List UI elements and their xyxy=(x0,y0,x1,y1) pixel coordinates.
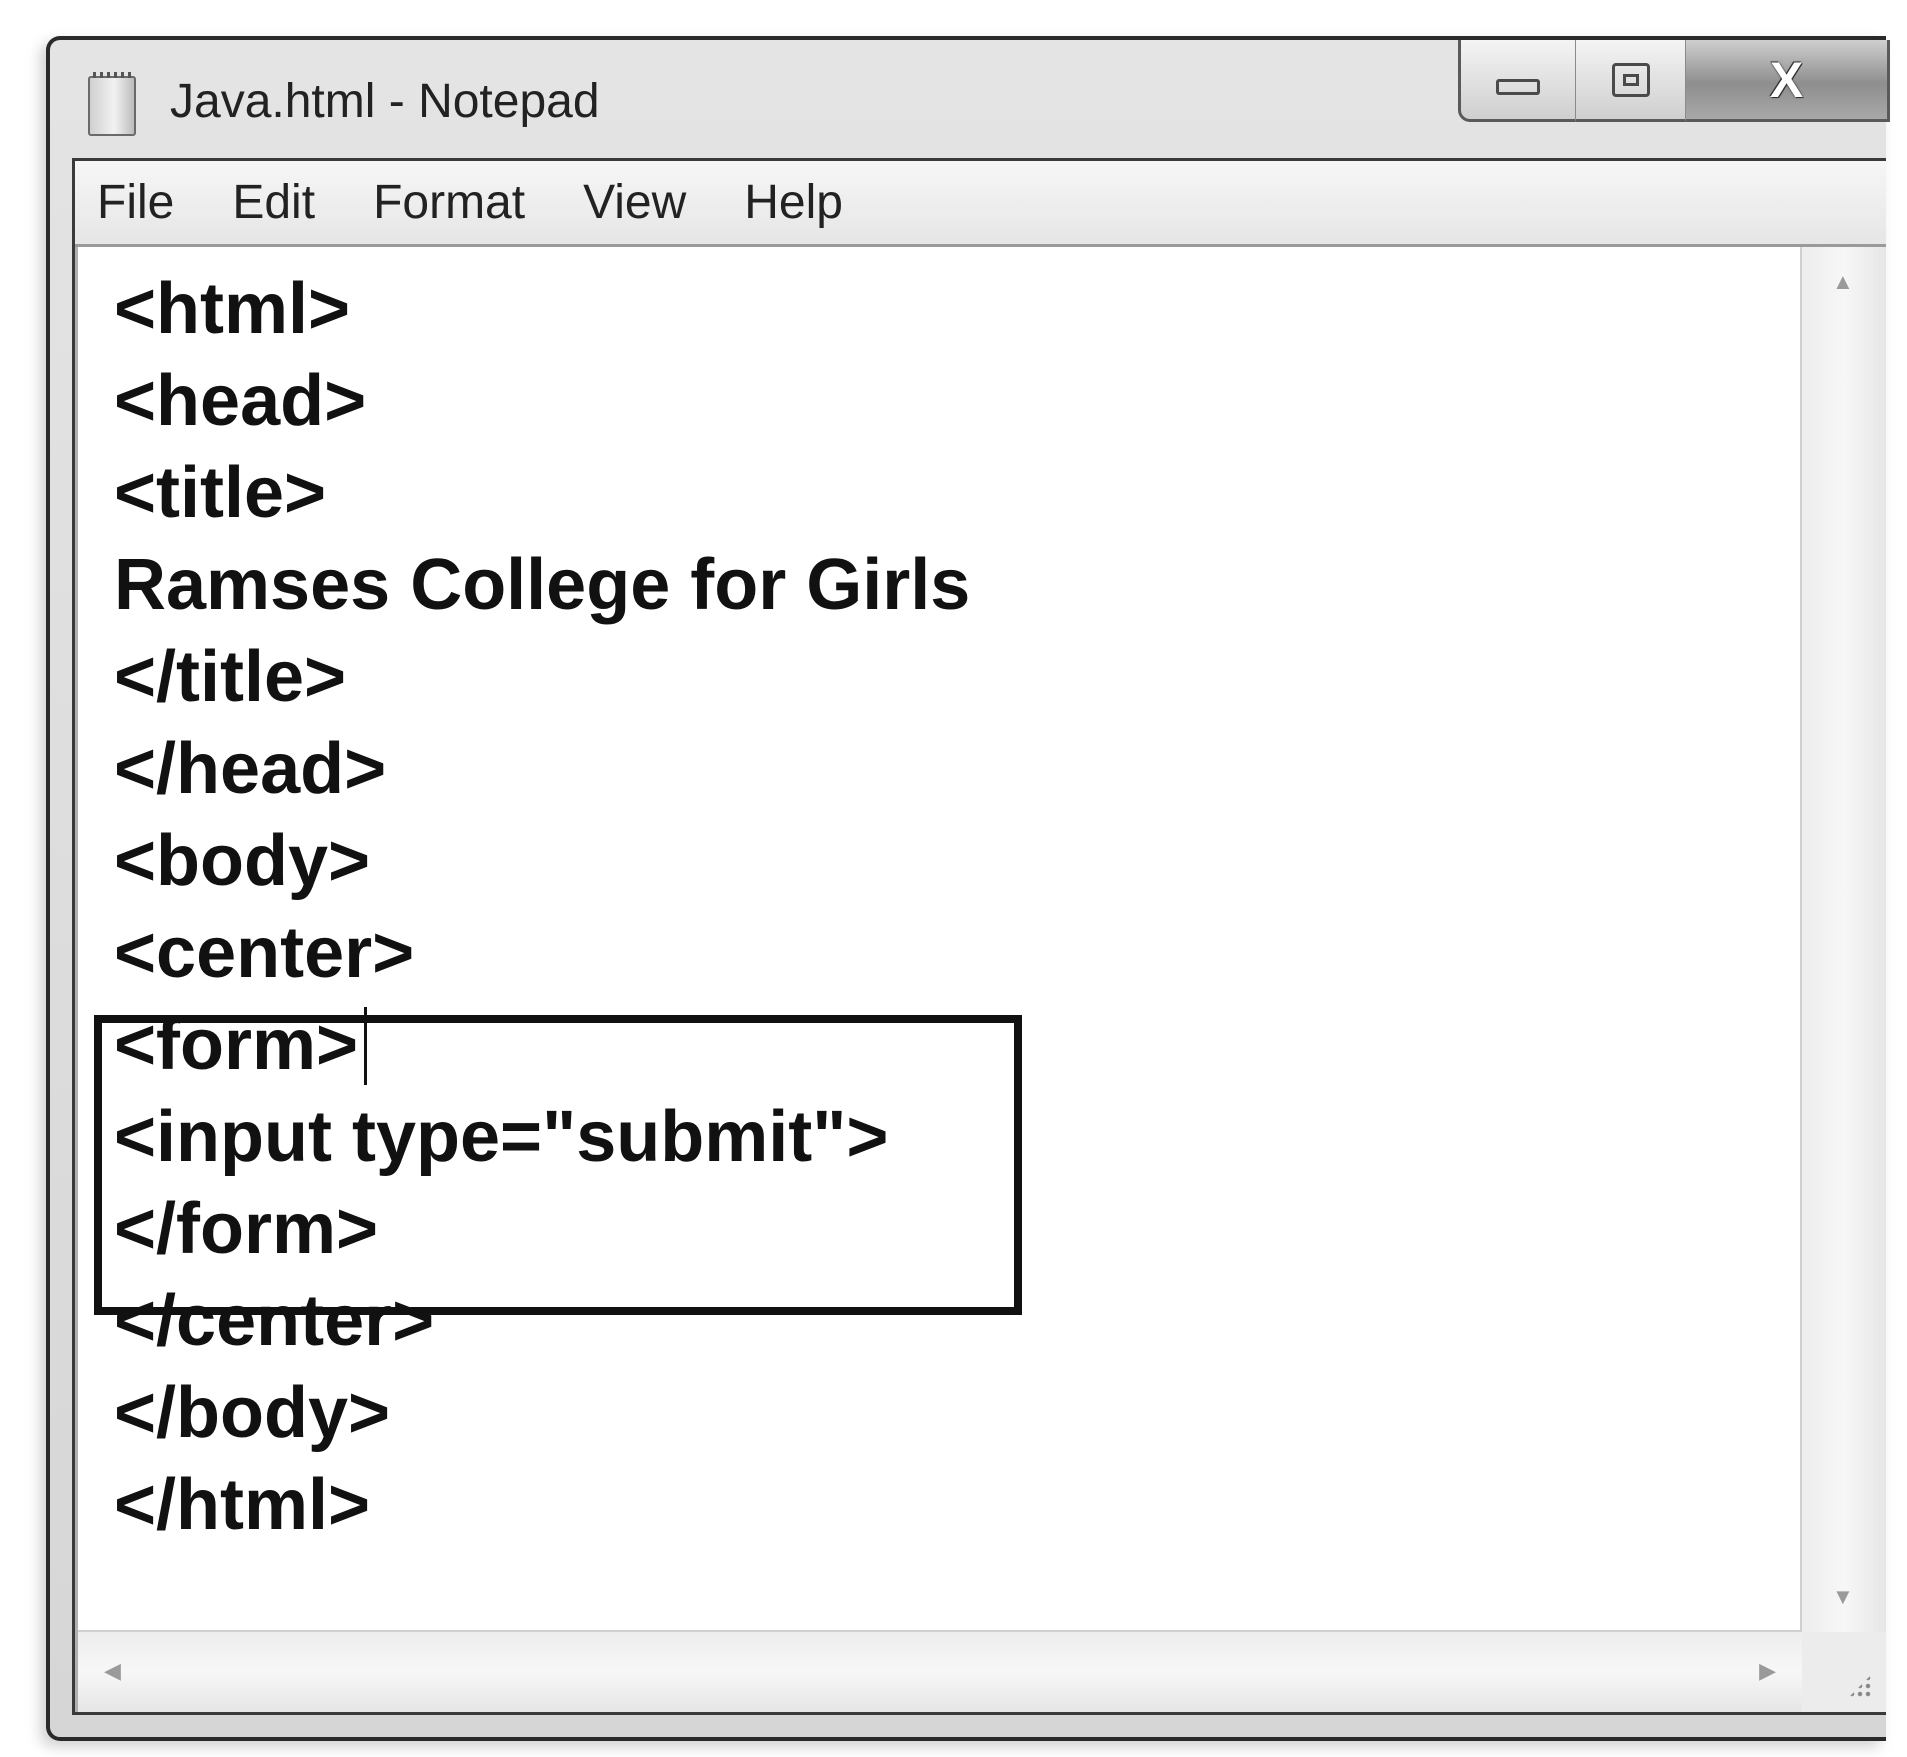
menu-help[interactable]: Help xyxy=(744,175,843,230)
text-editor-area[interactable]: <html> <head> <title> Ramses College for… xyxy=(78,247,1802,1632)
code-line: </body> xyxy=(114,1373,391,1453)
code-line: Ramses College for Girls xyxy=(114,545,971,625)
close-button[interactable]: X xyxy=(1686,40,1890,122)
scroll-left-arrow-icon[interactable]: ◀ xyxy=(104,1660,121,1682)
code-line: <center> xyxy=(114,913,415,993)
horizontal-scrollbar[interactable]: ◀ ▶ xyxy=(78,1630,1802,1712)
maximize-button[interactable] xyxy=(1576,40,1686,122)
menu-bar: File Edit Format View Help xyxy=(75,161,1886,247)
scroll-down-arrow-icon[interactable]: ▼ xyxy=(1832,1586,1854,1608)
caption-buttons: X xyxy=(1458,40,1890,122)
menu-view[interactable]: View xyxy=(583,175,686,230)
window-title: Java.html - Notepad xyxy=(170,75,600,128)
code-line: </head> xyxy=(114,729,387,809)
editor: <html> <head> <title> Ramses College for… xyxy=(75,247,1886,1712)
code-line: <input type="submit"> xyxy=(114,1097,889,1177)
resize-grip[interactable] xyxy=(1802,1632,1886,1712)
client-area: File Edit Format View Help <html> <head>… xyxy=(72,158,1886,1715)
menu-edit[interactable]: Edit xyxy=(232,175,315,230)
code-line: </html> xyxy=(114,1465,371,1545)
code-line: </title> xyxy=(114,637,347,717)
code-line: <title> xyxy=(114,453,327,533)
code-line: <html> xyxy=(114,269,351,349)
vertical-scrollbar[interactable]: ▲ ▼ xyxy=(1800,247,1886,1632)
close-icon: X xyxy=(1769,51,1804,108)
maximize-icon xyxy=(1611,62,1650,97)
code-line-with-caret: <form> xyxy=(114,999,970,1091)
code-line: <body> xyxy=(114,821,371,901)
notepad-icon[interactable] xyxy=(88,72,136,136)
code-line-text: <form> xyxy=(114,1005,359,1085)
text-caret xyxy=(364,1007,368,1085)
title-bar[interactable]: Java.html - Notepad X xyxy=(50,40,1890,158)
resize-grip-icon xyxy=(1848,1674,1872,1698)
minimize-icon xyxy=(1496,78,1540,95)
code-line: </center> xyxy=(114,1281,435,1361)
code-lines: <html> <head> <title> Ramses College for… xyxy=(114,263,970,1551)
menu-format[interactable]: Format xyxy=(373,175,525,230)
scroll-right-arrow-icon[interactable]: ▶ xyxy=(1759,1660,1776,1682)
code-line: <head> xyxy=(114,361,367,441)
minimize-button[interactable] xyxy=(1458,40,1576,122)
menu-file[interactable]: File xyxy=(97,175,174,230)
notepad-window: Java.html - Notepad X File Edit Format V… xyxy=(46,36,1890,1741)
scroll-up-arrow-icon[interactable]: ▲ xyxy=(1832,271,1854,293)
code-line: </form> xyxy=(114,1189,379,1269)
